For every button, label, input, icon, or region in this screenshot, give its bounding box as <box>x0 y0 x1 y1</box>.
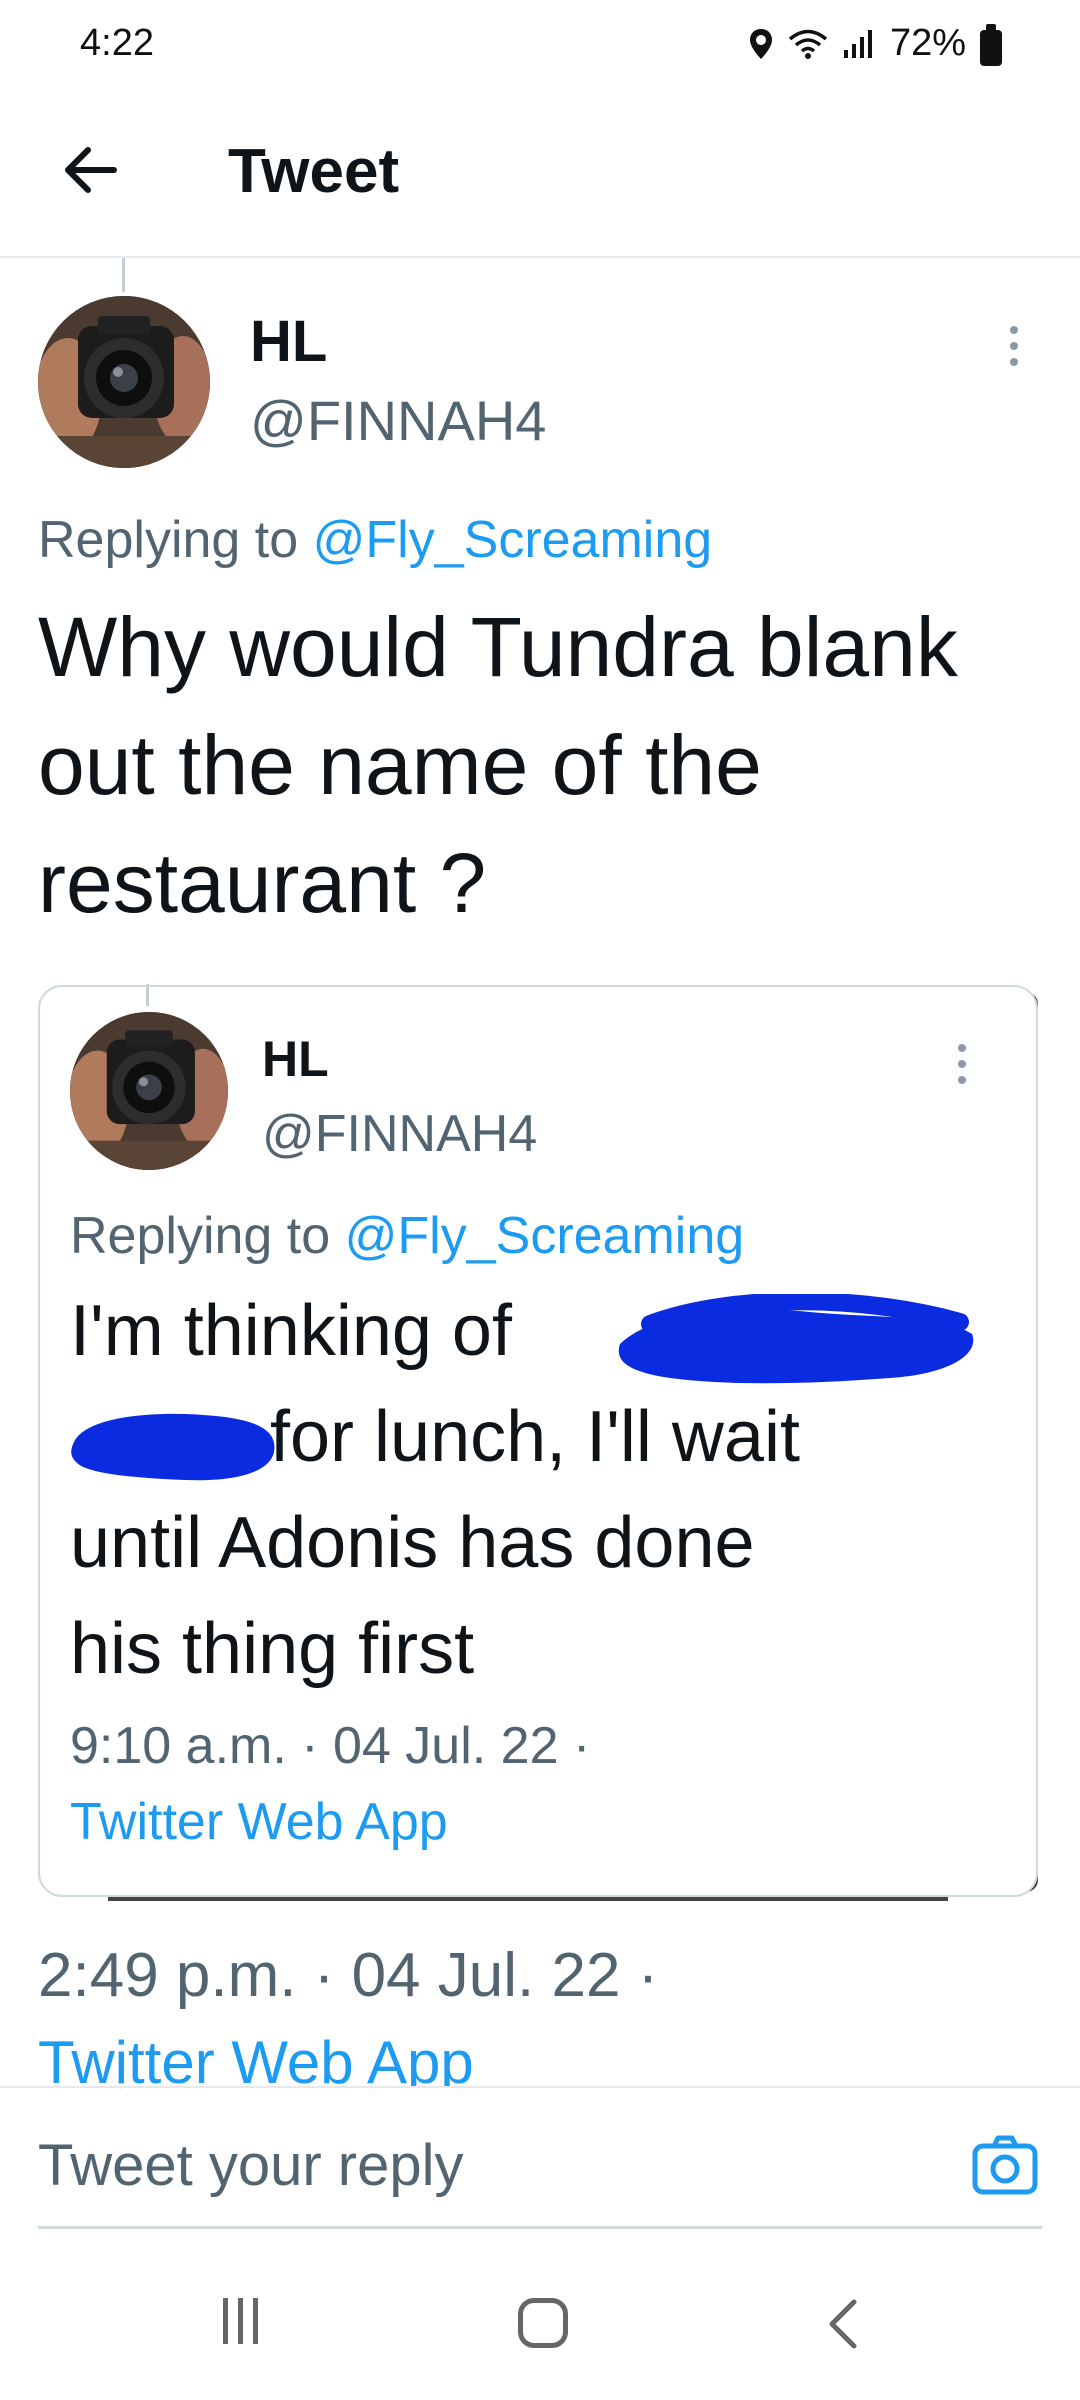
home-icon[interactable] <box>518 2298 568 2348</box>
quoted-replying-to-prefix: Replying to <box>70 1207 345 1265</box>
quoted-text-line-2: for lunch, I'll wait <box>70 1384 950 1490</box>
header-divider <box>0 256 1080 258</box>
replying-to: Replying to @Fly_Screaming <box>38 510 712 570</box>
quoted-tweet-timestamp: 9:10 a.m. · 04 Jul. 22 · <box>70 1717 591 1775</box>
replying-to-prefix: Replying to <box>38 511 313 569</box>
status-icons: 72% <box>748 22 1002 66</box>
reply-input[interactable]: Tweet your reply <box>38 2132 464 2199</box>
quoted-text-line-1-text: I'm thinking of <box>70 1291 512 1371</box>
reply-input-underline <box>38 2226 1042 2229</box>
recent-apps-icon[interactable] <box>214 2298 266 2346</box>
tweet-text: Why would Tundra blank out the name of t… <box>38 600 958 930</box>
reply-divider <box>0 2086 1080 2088</box>
quoted-text-line-1: I'm thinking of <box>70 1278 974 1384</box>
wifi-icon <box>788 29 828 59</box>
battery-percent: 72% <box>889 22 966 64</box>
battery-icon <box>980 23 1002 66</box>
camera-photo-avatar <box>70 1012 228 1170</box>
quote-card-shadow-bottom <box>108 1897 948 1901</box>
quoted-author-handle[interactable]: @FINNAH4 <box>262 1104 537 1164</box>
quoted-text-line-2-text: for lunch, I'll wait <box>270 1397 800 1477</box>
quoted-author-avatar[interactable] <box>70 1012 228 1170</box>
author-handle[interactable]: @FINNAH4 <box>250 388 546 453</box>
page-title: Tweet <box>228 137 400 206</box>
author-avatar[interactable] <box>38 296 210 468</box>
quoted-text-line-3: until Adonis has done <box>70 1503 755 1583</box>
quoted-replying-to-mention[interactable]: @Fly_Screaming <box>345 1207 745 1265</box>
redaction-scribble <box>71 1413 275 1481</box>
replying-to-mention[interactable]: @Fly_Screaming <box>313 511 713 569</box>
quoted-tweet-source[interactable]: Twitter Web App <box>70 1792 448 1852</box>
status-time: 4:22 <box>80 22 154 64</box>
quoted-tweet-text: I'm thinking of for lunch, I'll wait unt… <box>70 1278 974 1702</box>
thread-line <box>122 258 125 292</box>
back-icon[interactable] <box>824 2296 864 2352</box>
quoted-more-options-icon[interactable] <box>958 1044 966 1084</box>
tweet-timestamp: 2:49 p.m. · 04 Jul. 22 · <box>38 1941 659 2010</box>
tweet-source[interactable]: Twitter Web App <box>38 2028 474 2086</box>
camera-icon[interactable] <box>970 2130 1040 2200</box>
signal-icon <box>843 29 872 58</box>
quote-thread-line <box>146 984 149 1006</box>
quoted-text-line-4: his thing first <box>70 1609 475 1689</box>
redaction-scribble <box>618 1294 974 1384</box>
quoted-author-name[interactable]: HL <box>262 1030 329 1088</box>
location-icon <box>749 28 772 59</box>
back-arrow-icon[interactable] <box>52 130 132 210</box>
more-options-icon[interactable] <box>1010 326 1018 366</box>
camera-photo-avatar <box>38 296 210 468</box>
quoted-replying-to: Replying to @Fly_Screaming <box>70 1206 744 1266</box>
author-name[interactable]: HL <box>250 308 327 375</box>
